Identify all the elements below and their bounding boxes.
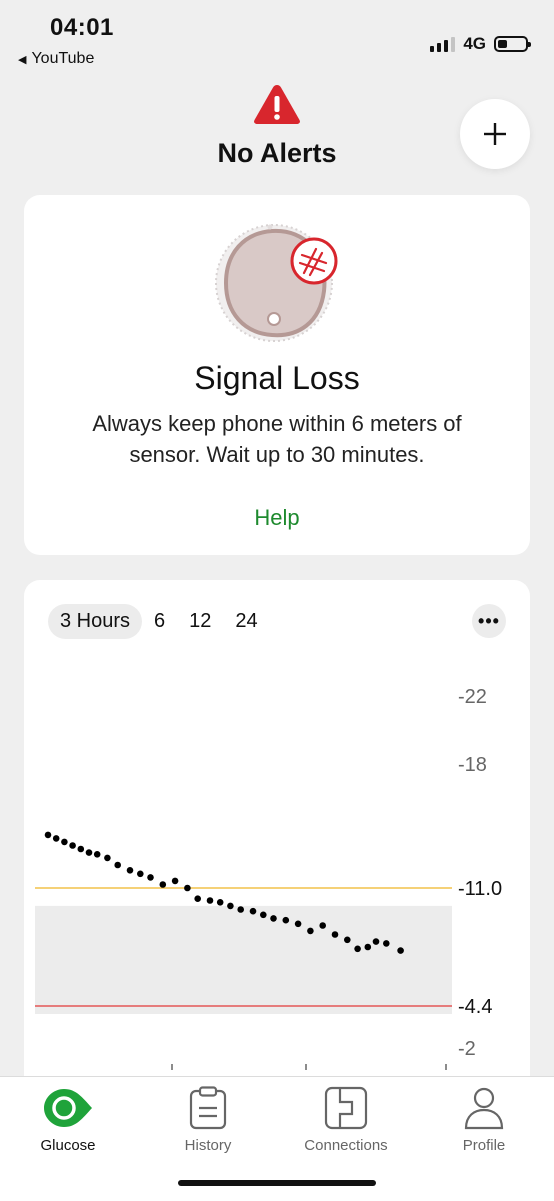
time-range-tabs: 3 Hours 6 12 24 — [48, 604, 270, 639]
add-button[interactable] — [460, 99, 530, 169]
glucose-data-point — [270, 915, 277, 922]
clipboard-icon — [189, 1086, 227, 1130]
tab-12-hours[interactable]: 12 — [177, 604, 223, 639]
glucose-data-point — [184, 884, 191, 892]
glucose-data-point — [237, 906, 244, 913]
plus-icon — [484, 123, 506, 145]
glucose-chart: -2 -4.4 -11.0 -18 -22 — [35, 686, 502, 1070]
nav-label-history: History — [184, 1137, 232, 1154]
sensor-connection-icon — [324, 1086, 368, 1130]
glucose-data-point — [44, 831, 52, 839]
glucose-data-point — [331, 931, 339, 938]
glucose-data-point — [216, 899, 224, 906]
back-arrow-icon: ◀ — [18, 53, 27, 66]
glucose-data-point — [104, 854, 111, 862]
target-range-band — [35, 905, 452, 1014]
nav-glucose[interactable]: Glucose — [8, 1085, 128, 1154]
more-options-button[interactable]: ••• — [472, 604, 506, 638]
glucose-data-point — [344, 936, 351, 944]
home-indicator — [178, 1180, 376, 1186]
nav-history[interactable]: History — [148, 1085, 268, 1154]
status-time: 04:01 — [50, 14, 114, 41]
glucose-data-point — [383, 940, 390, 947]
y-tick-label: -22 — [458, 686, 487, 708]
glucose-data-point — [126, 867, 134, 874]
glucose-data-point — [93, 851, 101, 858]
y-tick-label: -18 — [458, 754, 487, 776]
glucose-data-point — [249, 907, 257, 915]
help-link[interactable]: Help — [24, 505, 530, 531]
glucose-data-point — [227, 902, 234, 910]
cellular-signal-icon — [430, 36, 456, 52]
glucose-data-point — [171, 877, 179, 885]
warning-triangle-icon — [254, 85, 300, 124]
glucose-data-point — [159, 881, 167, 888]
glucose-data-point — [354, 945, 361, 953]
sensor-signal-loss-icon — [215, 224, 338, 342]
glucose-data-point — [364, 943, 372, 951]
tab-6-hours[interactable]: 6 — [142, 604, 177, 639]
y-tick-label: -4.4 — [458, 996, 492, 1018]
y-tick-label: -2 — [458, 1038, 476, 1060]
glucose-data-point — [319, 922, 327, 929]
glucose-data-point — [260, 911, 267, 919]
signal-loss-card: Signal Loss Always keep phone within 6 m… — [24, 195, 530, 555]
glucose-data-point — [206, 897, 214, 904]
nav-profile[interactable]: Profile — [424, 1085, 544, 1154]
tab-24-hours[interactable]: 24 — [223, 604, 269, 639]
back-app-label: YouTube — [31, 50, 95, 67]
more-horizontal-icon: ••• — [478, 610, 500, 631]
battery-icon — [494, 36, 531, 52]
back-to-app-link[interactable]: ◀ YouTube — [18, 50, 94, 68]
glucose-data-point — [61, 838, 68, 846]
glucose-data-point — [282, 916, 290, 924]
glucose-data-point — [114, 861, 121, 869]
glucose-data-point — [294, 920, 302, 928]
glucose-data-point — [69, 842, 76, 849]
glucose-data-point — [77, 845, 85, 853]
nav-label-glucose: Glucose — [40, 1137, 96, 1154]
glucose-data-point — [372, 938, 380, 945]
glucose-data-point — [52, 835, 60, 842]
tab-3-hours[interactable]: 3 Hours — [48, 604, 143, 639]
signal-loss-title: Signal Loss — [194, 360, 360, 396]
y-tick-label: -11.0 — [458, 878, 502, 900]
nav-connections[interactable]: Connections — [286, 1085, 406, 1154]
network-type: 4G — [463, 34, 486, 53]
nav-label-connections: Connections — [304, 1137, 388, 1154]
glucose-data-point — [147, 874, 154, 881]
glucose-data-point — [307, 927, 314, 935]
glucose-data-point — [85, 849, 93, 856]
person-icon — [464, 1087, 504, 1130]
glucose-data-point — [194, 895, 201, 902]
signal-loss-message: Always keep phone within 6 meters of sen… — [92, 411, 462, 467]
nav-label-profile: Profile — [462, 1137, 506, 1154]
glucose-data-point — [397, 947, 404, 954]
glucose-data-point — [137, 870, 144, 878]
glucose-chart-card: -2 -4.4 -11.0 -18 -22 3 Hours 6 12 24 ••• — [24, 580, 530, 1100]
glucose-drop-icon — [44, 1089, 92, 1127]
status-indicators: 4G — [430, 34, 531, 54]
